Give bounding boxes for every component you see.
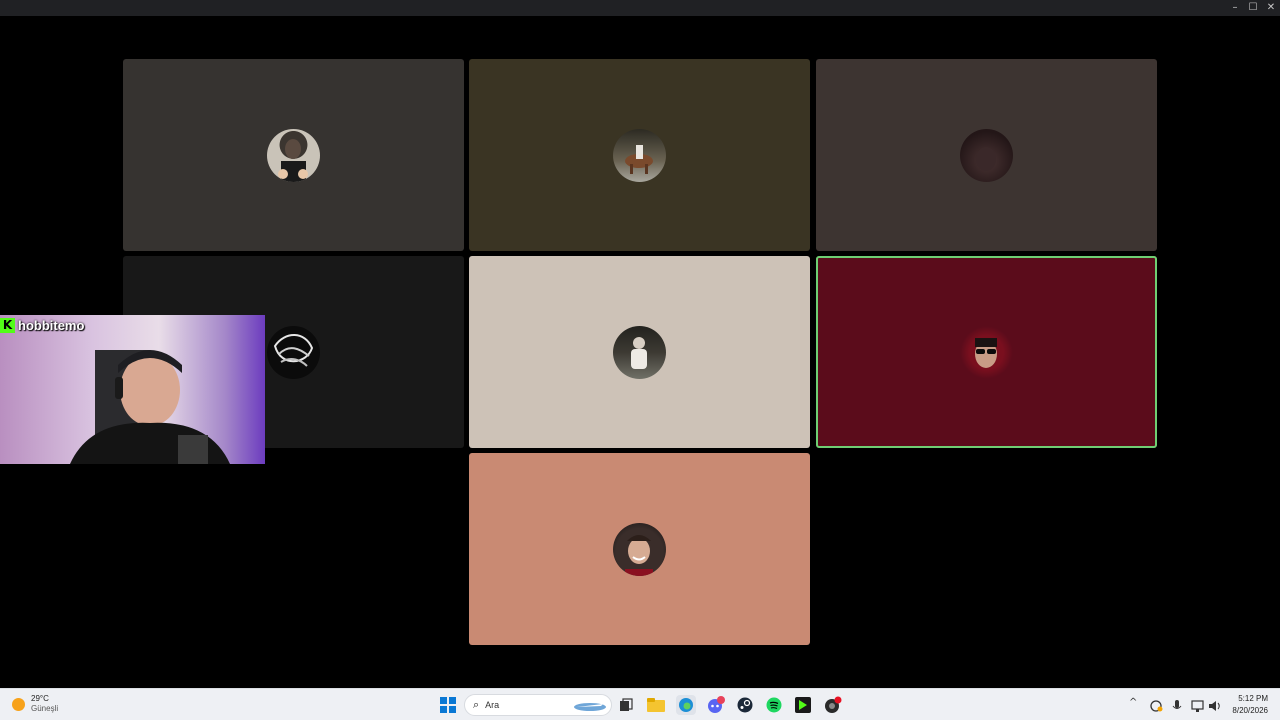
- close-button[interactable]: ✕: [1261, 0, 1280, 16]
- sunglasses-avatar: [960, 326, 1013, 379]
- steam-icon[interactable]: [735, 695, 755, 715]
- edge-icon[interactable]: [676, 695, 696, 715]
- drawing-avatar: [267, 326, 320, 379]
- channel-name: hobbitemo: [18, 317, 85, 333]
- maximize-button[interactable]: ☐: [1243, 0, 1263, 16]
- file-explorer-icon[interactable]: [646, 695, 666, 715]
- terminal-app-icon[interactable]: [793, 695, 813, 715]
- smiling-man-avatar: [613, 523, 666, 576]
- windows-taskbar: 29°C Güneşli ⌕ Ara ^ 5:12 PM 8/20/2026: [0, 688, 1280, 720]
- kick-logo-icon: K: [0, 317, 15, 333]
- minimize-button[interactable]: –: [1225, 0, 1245, 16]
- horse-avatar: [613, 129, 666, 182]
- participant-tile[interactable]: [123, 59, 464, 251]
- microphone-icon[interactable]: [1167, 696, 1187, 716]
- discord-icon[interactable]: [706, 695, 726, 715]
- sync-icon[interactable]: [1146, 696, 1166, 716]
- window-titlebar: – ☐ ✕: [0, 0, 1280, 16]
- participant-tile[interactable]: [469, 256, 810, 448]
- windows-start-icon[interactable]: [438, 695, 458, 715]
- task-view-icon[interactable]: [616, 695, 636, 715]
- participant-tile-speaking[interactable]: [816, 256, 1157, 448]
- weather-condition: Güneşli: [31, 704, 59, 713]
- man-avatar: [267, 129, 320, 182]
- system-clock[interactable]: 5:12 PM 8/20/2026: [1232, 693, 1268, 717]
- sun-icon: [12, 697, 25, 711]
- dark-avatar: [960, 129, 1013, 182]
- weather-widget[interactable]: 29°C Güneşli: [12, 694, 58, 714]
- search-placeholder: Ara: [485, 700, 500, 710]
- taskbar-search-box[interactable]: ⌕ Ara: [464, 694, 612, 716]
- spotify-icon[interactable]: [764, 695, 784, 715]
- clock-time: 5:12 PM: [1238, 694, 1268, 703]
- sitting-person-avatar: [613, 326, 666, 379]
- recorder-icon[interactable]: [823, 695, 843, 715]
- participant-tile[interactable]: [816, 59, 1157, 251]
- webcam-label: K hobbitemo: [0, 315, 84, 335]
- participant-tile[interactable]: [469, 453, 810, 645]
- search-highlight-icon: [574, 703, 606, 711]
- clock-date: 8/20/2026: [1232, 706, 1268, 715]
- participant-tile[interactable]: [469, 59, 810, 251]
- webcam-overlay: [0, 315, 265, 464]
- volume-icon[interactable]: [1205, 696, 1225, 716]
- search-icon: ⌕: [473, 698, 480, 711]
- weather-temperature: 29°C: [31, 694, 49, 703]
- tray-overflow-chevron-icon[interactable]: ^: [1129, 697, 1137, 708]
